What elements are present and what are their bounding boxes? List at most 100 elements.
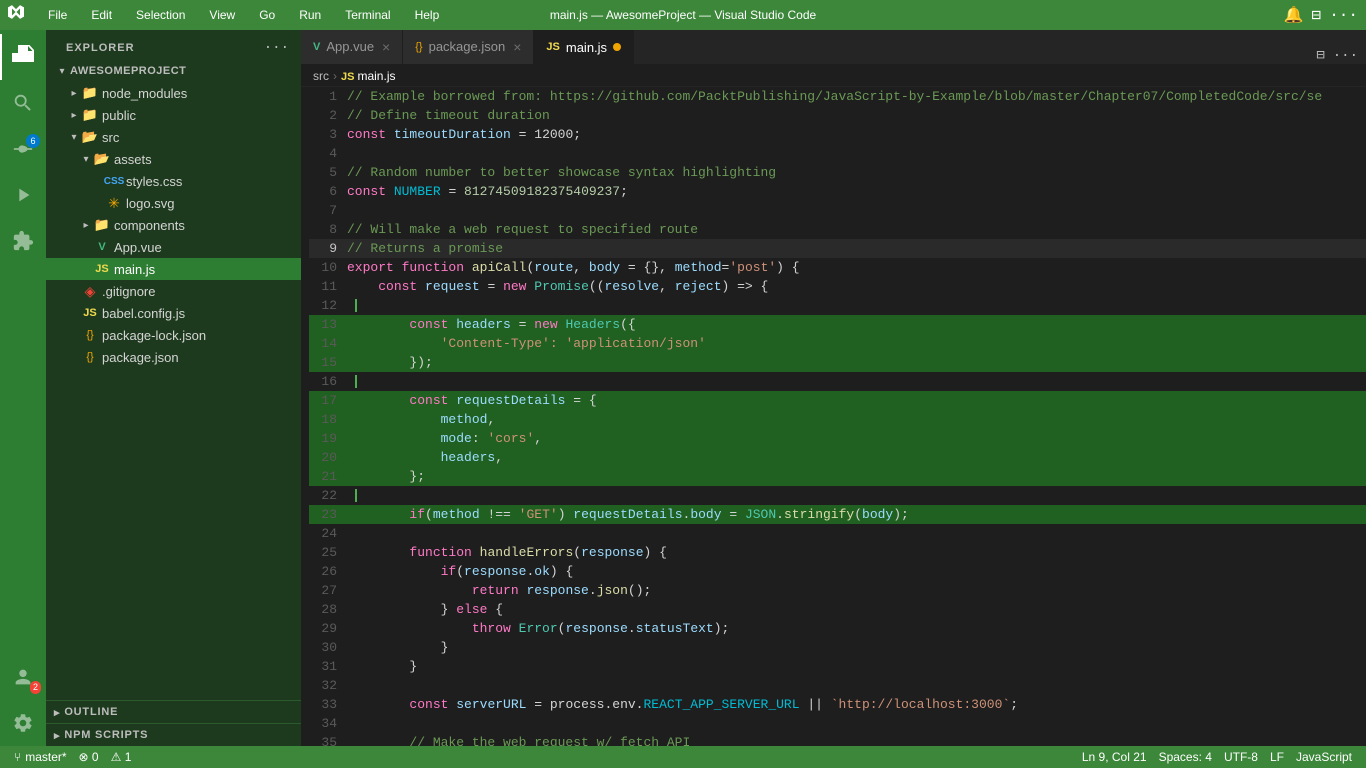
status-bar: ⑂ master* ⊗ 0 ⚠ 1 Ln 9, Col 21 Spaces: 4… [0, 746, 1366, 768]
code-token: ( [854, 505, 862, 524]
code-token [448, 315, 456, 334]
code-token [355, 489, 357, 502]
status-language[interactable]: JavaScript [1290, 746, 1358, 768]
tab-close-icon[interactable]: × [513, 39, 521, 55]
npm-scripts-header[interactable]: ▸ NPM SCRIPTS [46, 724, 301, 746]
source-control-activity-icon[interactable]: 6 [0, 126, 46, 172]
code-token [417, 277, 425, 296]
code-token: requestDetails [573, 505, 682, 524]
explorer-activity-icon[interactable] [0, 34, 46, 80]
status-encoding[interactable]: UTF-8 [1218, 746, 1264, 768]
code-token: // Define timeout duration [347, 106, 550, 125]
tab-close-icon[interactable]: × [382, 39, 390, 55]
tree-item-babel-config[interactable]: JS babel.config.js [46, 302, 301, 324]
code-token: = [722, 258, 730, 277]
code-line-10: 10 export function apiCall(route, body =… [309, 258, 1366, 277]
code-token: const [347, 125, 386, 144]
status-errors[interactable]: ⊗ 0 [73, 746, 105, 768]
extensions-activity-icon[interactable] [0, 218, 46, 264]
menu-file[interactable]: File [42, 6, 73, 24]
tree-item-styles-css[interactable]: CSS styles.css [46, 170, 301, 192]
code-token: if [441, 562, 457, 581]
code-line-6: 6 const NUMBER = 81274509182375409237; [309, 182, 1366, 201]
code-token: reject [675, 277, 722, 296]
tree-item-components[interactable]: ▸ 📁 components [46, 214, 301, 236]
js-file-icon: JS [82, 305, 98, 321]
tree-arrow: ▸ [66, 107, 82, 123]
code-token: 'post' [729, 258, 776, 277]
code-editor[interactable]: 1 // Example borrowed from: https://gith… [301, 87, 1366, 746]
tree-item-logo-svg[interactable]: ✳ logo.svg [46, 192, 301, 214]
code-token: . [628, 619, 636, 638]
tree-label: main.js [114, 262, 155, 277]
breadcrumb-src[interactable]: src [313, 69, 329, 83]
menu-selection[interactable]: Selection [130, 6, 191, 24]
tree-item-package-lock[interactable]: {} package-lock.json [46, 324, 301, 346]
tree-label: components [114, 218, 185, 233]
js-breadcrumb-icon: JS [341, 71, 354, 83]
account-activity-icon[interactable]: 2 [0, 654, 46, 700]
code-line-13: 13 const headers = new Headers({ [309, 315, 1366, 334]
outline-header[interactable]: ▸ OUTLINE [46, 701, 301, 723]
breadcrumb-sep: › [333, 69, 337, 83]
sidebar-more-button[interactable]: ··· [264, 40, 289, 56]
code-token: . [683, 505, 691, 524]
menu-help[interactable]: Help [409, 6, 446, 24]
menu-view[interactable]: View [203, 6, 241, 24]
layout-editors-icon[interactable]: ⊟ [1316, 47, 1324, 64]
tree-item-public[interactable]: ▸ 📁 public [46, 104, 301, 126]
status-warnings[interactable]: ⚠ 1 [105, 746, 138, 768]
layout-icon[interactable]: ⊟ [1312, 5, 1322, 25]
code-token: mode [441, 429, 472, 448]
tree-item-src[interactable]: ▾ 📂 src [46, 126, 301, 148]
line-number: 23 [309, 505, 347, 524]
tab-main-js[interactable]: JS main.js [534, 30, 634, 64]
tree-item-assets[interactable]: ▾ 📂 assets [46, 148, 301, 170]
tree-item-package-json[interactable]: {} package.json [46, 346, 301, 368]
code-line-22: 22 [309, 486, 1366, 505]
status-spaces[interactable]: Spaces: 4 [1153, 746, 1218, 768]
code-token: = {}, [620, 258, 675, 277]
run-debug-activity-icon[interactable] [0, 172, 46, 218]
breadcrumb-main-js[interactable]: JSmain.js [341, 69, 395, 83]
code-token [355, 299, 357, 312]
code-token: method [433, 505, 480, 524]
code-line-20: 20 headers, [309, 448, 1366, 467]
tree-arrow: ▸ [78, 217, 94, 233]
tree-item-node-modules[interactable]: ▸ 📁 node_modules [46, 82, 301, 104]
menu-run[interactable]: Run [293, 6, 327, 24]
code-token: response [581, 543, 643, 562]
more-icon[interactable]: ··· [1329, 6, 1358, 24]
menu-go[interactable]: Go [253, 6, 281, 24]
notifications-icon[interactable]: 🔔 [1284, 5, 1304, 25]
search-activity-icon[interactable] [0, 80, 46, 126]
status-position[interactable]: Ln 9, Col 21 [1076, 746, 1153, 768]
tree-item-gitignore[interactable]: ◈ .gitignore [46, 280, 301, 302]
tab-package-json[interactable]: {} package.json × [403, 30, 534, 64]
tree-item-awesomeproject[interactable]: ▾ AWESOMEPROJECT [46, 60, 301, 82]
status-line-ending[interactable]: LF [1264, 746, 1290, 768]
tree-item-app-vue[interactable]: V App.vue [46, 236, 301, 258]
status-branch[interactable]: ⑂ master* [8, 746, 73, 768]
line-number: 14 [309, 334, 347, 353]
more-tabs-icon[interactable]: ··· [1333, 48, 1358, 64]
settings-activity-icon[interactable] [0, 700, 46, 746]
menu-terminal[interactable]: Terminal [339, 6, 396, 24]
code-line-33: 33 const serverURL = process.env.REACT_A… [309, 695, 1366, 714]
code-token: function [409, 543, 471, 562]
activity-bar-bottom: 2 [0, 654, 46, 746]
tree-item-main-js[interactable]: JS main.js [46, 258, 301, 280]
code-token [355, 375, 357, 388]
code-token: json [597, 581, 628, 600]
code-line-15: 15 }); [309, 353, 1366, 372]
window-title: main.js — AwesomeProject — Visual Studio… [550, 8, 816, 22]
npm-scripts-arrow-icon: ▸ [54, 729, 60, 742]
tree-label: .gitignore [102, 284, 155, 299]
menu-edit[interactable]: Edit [85, 6, 118, 24]
code-token: 81274509182375409237 [464, 182, 620, 201]
line-number: 31 [309, 657, 347, 676]
code-token: = process.env. [526, 695, 643, 714]
tab-app-vue[interactable]: V App.vue × [301, 30, 403, 64]
code-content[interactable]: 1 // Example borrowed from: https://gith… [301, 87, 1366, 746]
folder-open-icon: 📂 [94, 151, 110, 167]
